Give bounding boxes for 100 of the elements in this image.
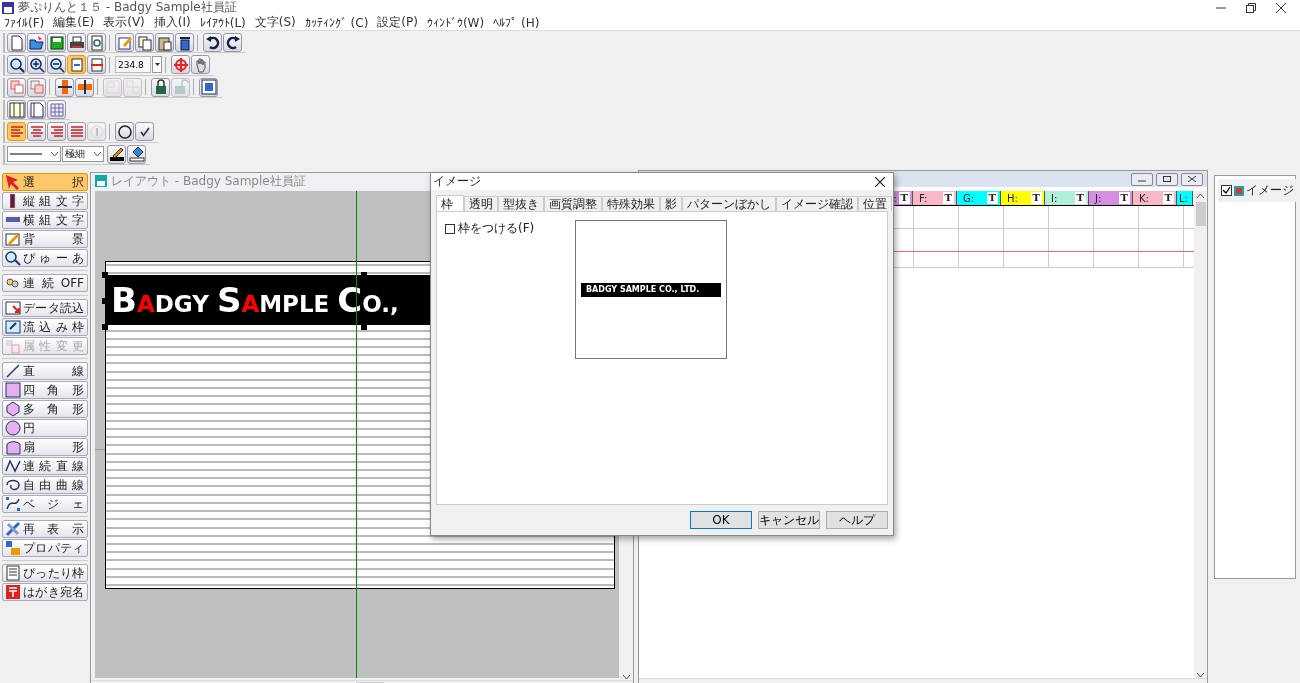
tool-button[interactable]: 連続直線 xyxy=(2,457,88,475)
tool-button[interactable]: 横組文字 xyxy=(2,211,88,229)
center-horizontal-button[interactable] xyxy=(55,77,74,97)
justify-button[interactable] xyxy=(67,122,86,142)
checkbox[interactable] xyxy=(1221,185,1232,196)
tool-button[interactable]: 扇 形 xyxy=(2,438,88,456)
save-button[interactable] xyxy=(47,33,66,53)
selection-handle[interactable] xyxy=(361,272,367,278)
menu-item[interactable]: ﾌｧｲﾙ(F) xyxy=(4,15,45,30)
selection-handle[interactable] xyxy=(361,324,367,330)
object-item[interactable]: イメージ xyxy=(1218,179,1297,202)
page-button[interactable] xyxy=(67,55,86,75)
tool-button[interactable]: データ読込 xyxy=(2,299,88,317)
fit-width-button[interactable] xyxy=(87,55,106,75)
tab[interactable]: 影 xyxy=(660,196,682,211)
lock-button[interactable] xyxy=(151,77,170,97)
menu-item[interactable]: 挿入(I) xyxy=(153,14,191,31)
tool-button[interactable]: はがき宛名 xyxy=(2,583,88,601)
tool-button[interactable]: 四 角 形 xyxy=(2,381,88,399)
new-file-button[interactable] xyxy=(7,33,26,53)
page-layout-button[interactable] xyxy=(27,100,46,120)
edit-button[interactable] xyxy=(115,33,134,53)
tool-button[interactable]: ぴったり枠 xyxy=(2,564,88,582)
restore-icon[interactable] xyxy=(1246,2,1256,13)
scroll-thumb[interactable] xyxy=(1195,202,1206,226)
center-vertical-button[interactable] xyxy=(75,77,94,97)
menu-item[interactable]: ﾍﾙﾌﾟ (H) xyxy=(493,15,540,30)
column-header[interactable]: K: T xyxy=(1133,191,1177,205)
close-button[interactable] xyxy=(1181,172,1203,186)
tool-button[interactable]: 流込み枠 xyxy=(2,318,88,336)
trash-button[interactable] xyxy=(175,33,194,53)
tool-button[interactable]: 背 景 xyxy=(2,230,88,248)
column-header[interactable]: F: T xyxy=(913,191,957,205)
columns-button[interactable] xyxy=(7,100,26,120)
checkmark-tool-button[interactable] xyxy=(135,122,154,142)
zoom-out-button[interactable] xyxy=(47,55,66,75)
tab[interactable]: 型抜き xyxy=(498,196,544,211)
tab[interactable]: 透明 xyxy=(464,196,498,211)
dialog-button[interactable]: ヘルプ xyxy=(826,511,888,529)
align-left-button[interactable] xyxy=(7,122,26,142)
column-header[interactable]: I: T xyxy=(1045,191,1089,205)
line-width-dropdown[interactable]: 極細 xyxy=(62,146,104,163)
print-preview-button[interactable] xyxy=(87,33,106,53)
close-icon[interactable] xyxy=(1276,2,1286,13)
menu-item[interactable]: 設定(P) xyxy=(377,14,418,31)
tab[interactable]: 枠 xyxy=(436,195,464,211)
circle-button[interactable] xyxy=(115,122,134,142)
menu-item[interactable]: ｳｨﾝﾄﾞｳ(W) xyxy=(426,15,485,30)
tool-button[interactable]: ぴゅーあ xyxy=(2,249,88,267)
dialog-button[interactable]: キャンセル xyxy=(758,511,820,529)
tool-button[interactable]: 直 線 xyxy=(2,362,88,380)
undo-button[interactable] xyxy=(203,33,222,53)
menu-item[interactable]: ﾚｲｱｳﾄ(L) xyxy=(199,15,246,30)
close-icon[interactable] xyxy=(875,176,885,187)
zoom-field[interactable]: 234.8 xyxy=(115,56,151,74)
maximize-button[interactable] xyxy=(1156,172,1178,186)
tool-button[interactable]: ベ ジ ェ xyxy=(2,495,88,513)
align-center-button[interactable] xyxy=(27,122,46,142)
tool-button[interactable]: 円 xyxy=(2,419,88,437)
copy-button[interactable] xyxy=(135,33,154,53)
selection-handle[interactable] xyxy=(102,272,108,278)
selection-handle[interactable] xyxy=(102,298,108,304)
tab[interactable]: パターンぼかし xyxy=(682,196,776,211)
menu-item[interactable]: 文字(S) xyxy=(254,14,296,31)
line-style-dropdown[interactable] xyxy=(7,146,61,163)
tool-button[interactable]: 縦組文字 xyxy=(2,192,88,210)
tool-button[interactable]: 自由曲線 xyxy=(2,476,88,494)
fill-button[interactable] xyxy=(127,144,146,164)
tab[interactable]: イメージ確認 xyxy=(776,196,858,211)
printer-button[interactable] xyxy=(67,33,86,53)
scrollbar[interactable] xyxy=(1194,191,1207,679)
redo-button[interactable] xyxy=(223,33,242,53)
tab[interactable]: 画質調整 xyxy=(544,196,602,211)
tab[interactable]: 特殊効果 xyxy=(602,196,660,211)
pen-button[interactable] xyxy=(107,144,126,164)
open-folder-button[interactable] xyxy=(27,33,46,53)
align-right-button[interactable] xyxy=(47,122,66,142)
zoom-in-button[interactable] xyxy=(27,55,46,75)
move-button[interactable] xyxy=(171,55,190,75)
frame-checkbox[interactable]: 枠をつける(F) xyxy=(445,220,575,237)
menu-item[interactable]: 表示(V) xyxy=(103,14,145,31)
tool-button[interactable]: プロパティ xyxy=(2,539,88,557)
menu-item[interactable]: 編集(E) xyxy=(53,14,95,31)
tool-button[interactable]: 再 表 示 xyxy=(2,520,88,538)
column-header[interactable]: G: T xyxy=(957,191,1001,205)
dialog-button[interactable]: OK xyxy=(690,511,752,529)
zoom-fit-button[interactable] xyxy=(7,55,26,75)
tool-button[interactable]: 連続OFF xyxy=(2,274,88,292)
tool-button[interactable]: 選 択 xyxy=(2,173,88,191)
hand-button[interactable] xyxy=(191,55,210,75)
column-header[interactable]: L: xyxy=(1177,191,1193,205)
tool-button[interactable]: 多 角 形 xyxy=(2,400,88,418)
menu-item[interactable]: ｶｯﾃｨﾝｸﾞ (C) xyxy=(304,15,369,30)
tab[interactable]: 位置 xyxy=(858,196,892,211)
paste-button[interactable] xyxy=(155,33,174,53)
column-header[interactable]: J: T xyxy=(1089,191,1133,205)
selection-handle[interactable] xyxy=(102,324,108,330)
zoom-dropdown-button[interactable] xyxy=(152,56,162,74)
layer-button[interactable] xyxy=(199,77,218,97)
column-header[interactable]: H: T xyxy=(1001,191,1045,205)
